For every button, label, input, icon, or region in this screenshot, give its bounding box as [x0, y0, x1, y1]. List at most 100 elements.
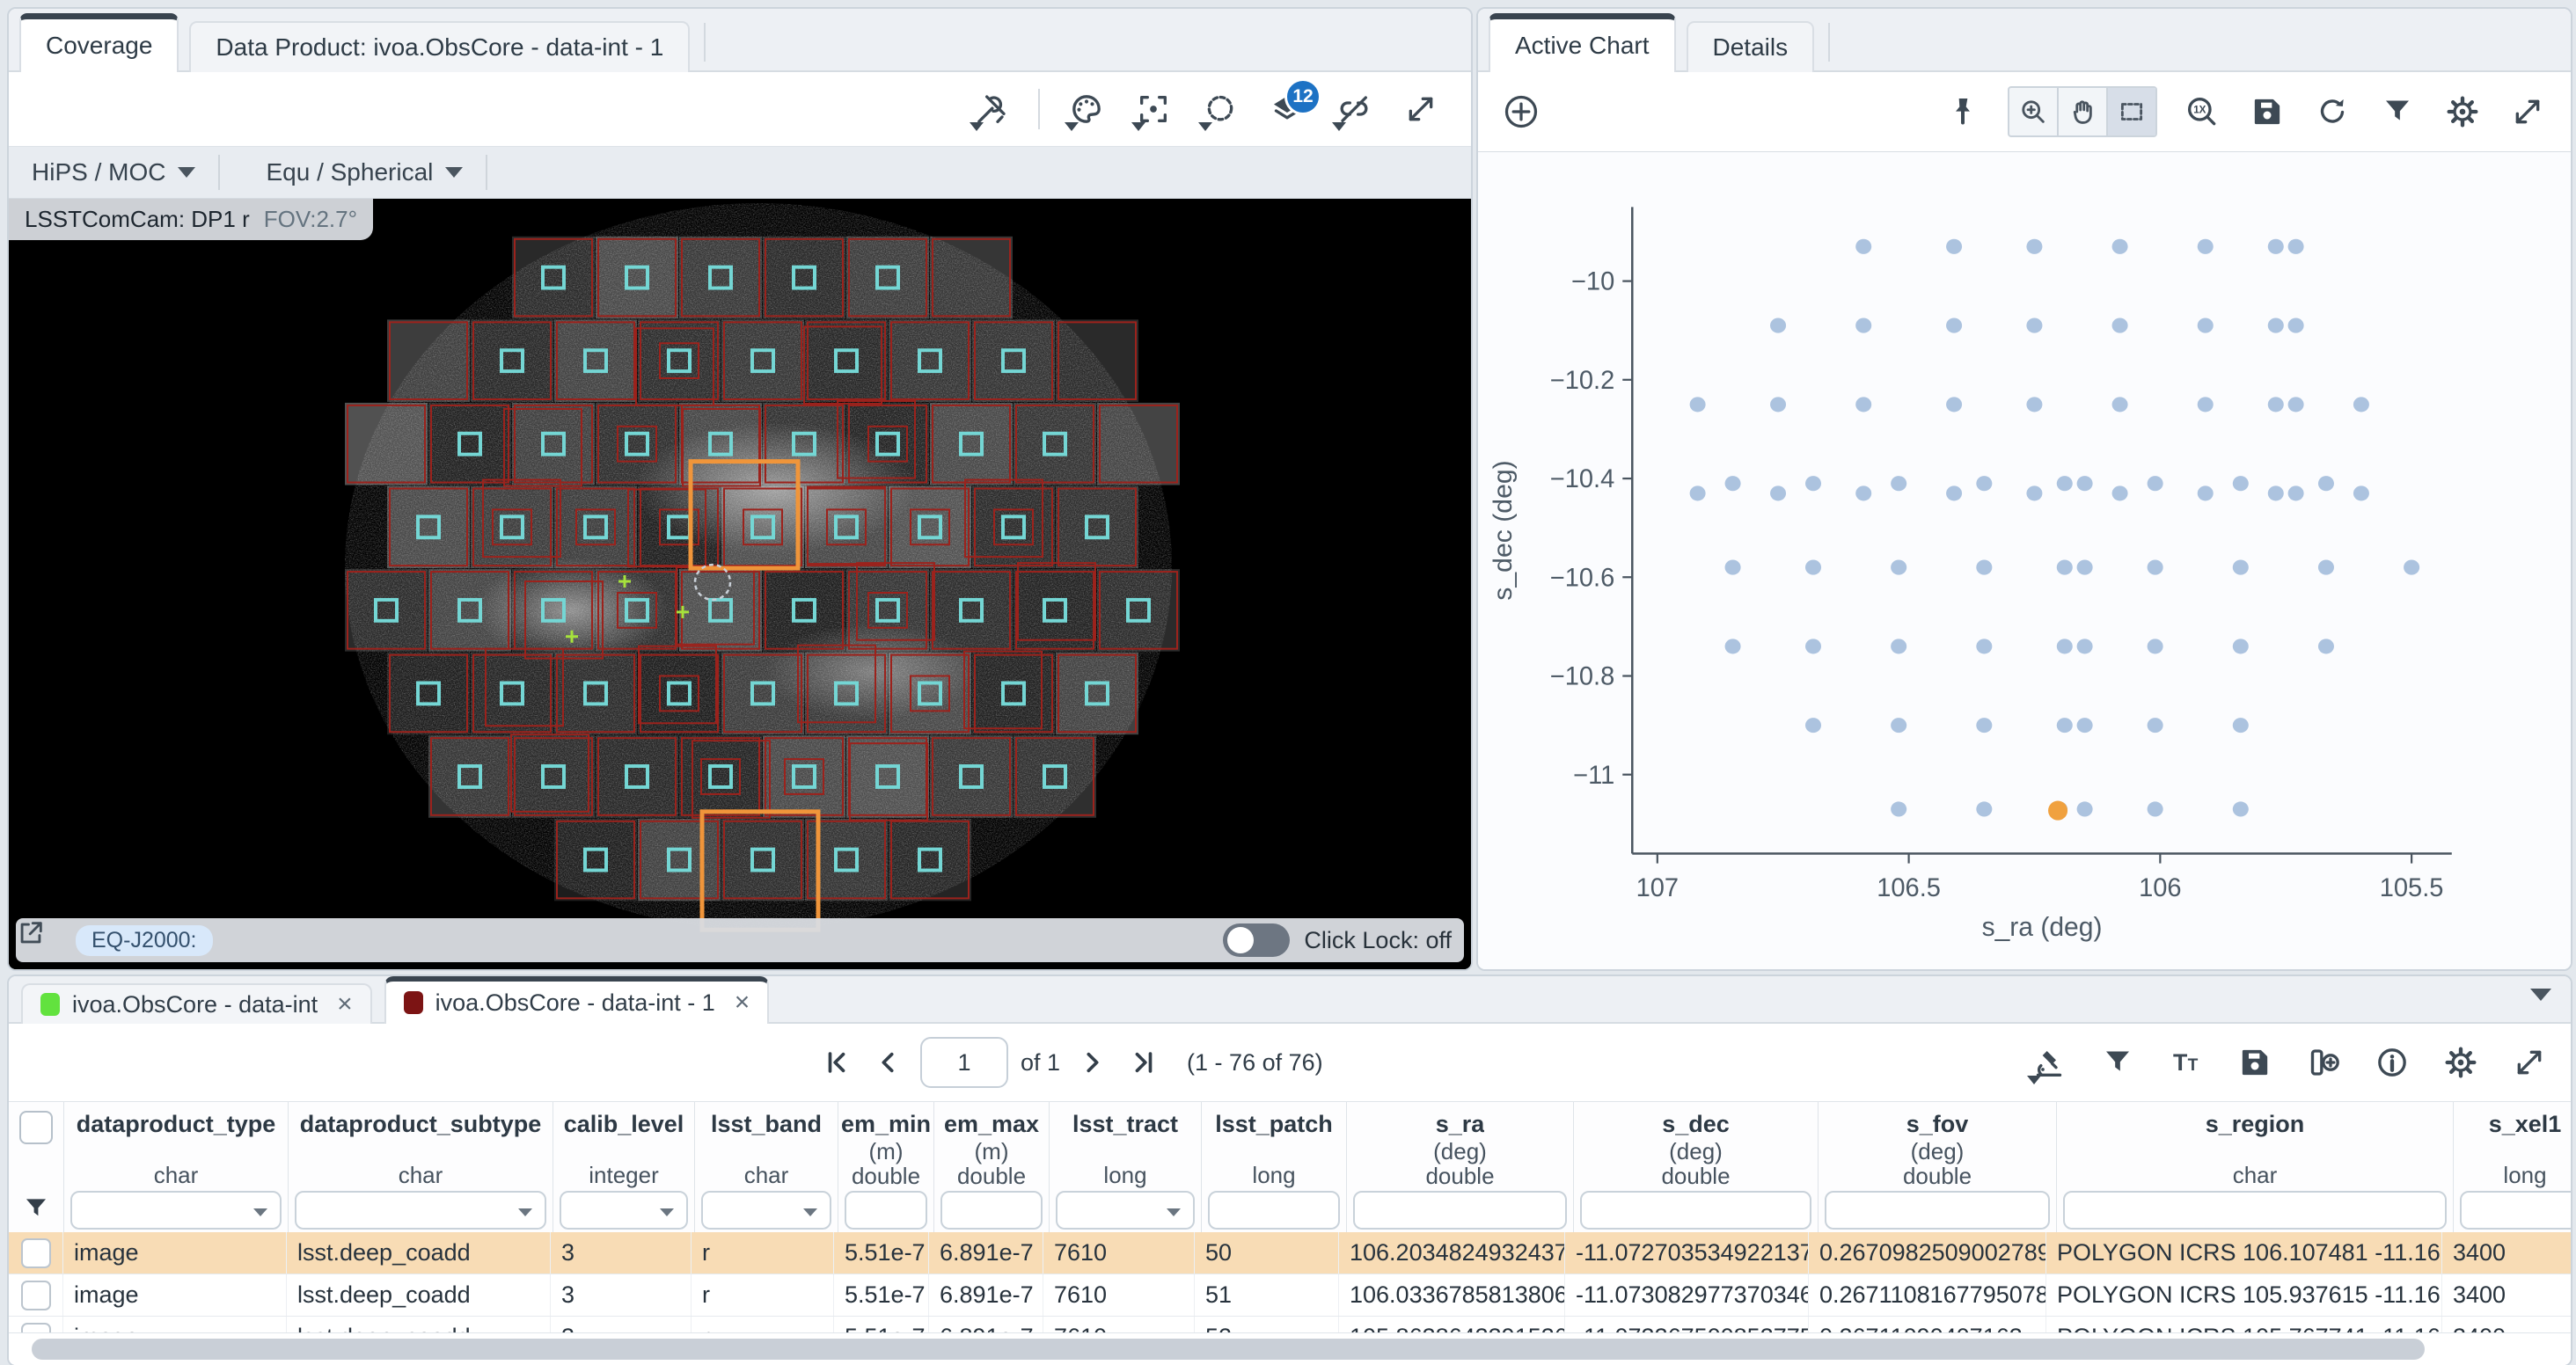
data-point[interactable]: [2268, 397, 2284, 412]
data-point[interactable]: [1891, 639, 1906, 653]
layers-button[interactable]: 12: [1267, 89, 1307, 129]
data-point[interactable]: [1976, 639, 1992, 653]
column-name[interactable]: lsst_patch: [1215, 1111, 1333, 1139]
expand-button[interactable]: [1401, 89, 1441, 129]
data-point[interactable]: [2148, 801, 2163, 816]
data-point[interactable]: [1946, 485, 1962, 500]
data-point[interactable]: [1690, 485, 1706, 500]
data-point[interactable]: [2112, 397, 2128, 412]
sky-coverage-image[interactable]: [9, 199, 1471, 969]
data-point[interactable]: [1976, 718, 1992, 733]
data-point[interactable]: [2318, 560, 2334, 575]
chevron-down-icon[interactable]: [253, 1208, 267, 1216]
data-point[interactable]: [1770, 318, 1786, 333]
zoom-in-mode-button[interactable]: [2009, 88, 2059, 135]
filter-input-em_min[interactable]: [845, 1191, 927, 1230]
tab-details[interactable]: Details: [1687, 21, 1815, 72]
data-point[interactable]: [1805, 639, 1821, 653]
save-button[interactable]: [2235, 1042, 2275, 1083]
data-point[interactable]: [2026, 485, 2042, 500]
expand-button[interactable]: [2509, 1042, 2550, 1083]
first-page-button[interactable]: [818, 1043, 857, 1082]
data-point[interactable]: [2077, 560, 2093, 575]
selected-data-point[interactable]: [2048, 801, 2067, 821]
filter-input-lsst_band[interactable]: [701, 1191, 831, 1230]
data-point[interactable]: [2198, 318, 2214, 333]
data-point[interactable]: [2233, 476, 2249, 491]
data-point[interactable]: [1891, 560, 1906, 575]
filter-button[interactable]: [2097, 1042, 2138, 1083]
next-page-button[interactable]: [1072, 1043, 1111, 1082]
filter-input-dataproduct_subtype[interactable]: [295, 1191, 546, 1230]
column-header-em_max[interactable]: em_max(m)double: [934, 1102, 1050, 1232]
row-checkbox[interactable]: [21, 1281, 51, 1310]
data-point[interactable]: [1891, 476, 1906, 491]
data-point[interactable]: [2288, 318, 2304, 333]
filter-row-icon[interactable]: [9, 1185, 63, 1232]
data-point[interactable]: [2288, 397, 2304, 412]
data-point[interactable]: [1805, 560, 1821, 575]
select-rect-mode-button[interactable]: [2108, 88, 2155, 135]
data-point[interactable]: [2404, 560, 2419, 575]
data-point[interactable]: [2268, 239, 2284, 254]
tab-coverage[interactable]: Coverage: [19, 13, 179, 72]
data-point[interactable]: [2148, 639, 2163, 653]
data-point[interactable]: [2148, 560, 2163, 575]
data-point[interactable]: [2077, 476, 2093, 491]
data-point[interactable]: [1855, 318, 1871, 333]
chevron-down-icon[interactable]: [803, 1208, 817, 1216]
zoom-1x-button[interactable]: 1X: [2182, 91, 2222, 132]
tools-button[interactable]: [971, 89, 1012, 129]
text-format-button[interactable]: TT: [2166, 1042, 2206, 1083]
data-point[interactable]: [2233, 639, 2249, 653]
row-checkbox[interactable]: [21, 1238, 51, 1268]
filter-input-dataproduct_type[interactable]: [70, 1191, 282, 1230]
last-page-button[interactable]: [1123, 1043, 1162, 1082]
data-point[interactable]: [2318, 639, 2334, 653]
data-point[interactable]: [1725, 560, 1741, 575]
filter-input-lsst_patch[interactable]: [1208, 1191, 1340, 1230]
data-point[interactable]: [2268, 485, 2284, 500]
column-name[interactable]: em_min: [841, 1111, 931, 1138]
data-point[interactable]: [2112, 239, 2128, 254]
data-point[interactable]: [2353, 397, 2369, 412]
data-point[interactable]: [2288, 485, 2304, 500]
column-name[interactable]: s_region: [2206, 1111, 2305, 1139]
data-point[interactable]: [2077, 639, 2093, 653]
data-point[interactable]: [2057, 476, 2073, 491]
column-name[interactable]: s_fov: [1906, 1111, 1969, 1138]
data-point[interactable]: [2198, 485, 2214, 500]
column-name[interactable]: dataproduct_type: [77, 1111, 276, 1139]
data-point[interactable]: [1805, 476, 1821, 491]
column-name[interactable]: s_ra: [1436, 1111, 1485, 1138]
column-name[interactable]: dataproduct_subtype: [300, 1111, 542, 1139]
column-header-s_dec[interactable]: s_dec(deg)double: [1574, 1102, 1819, 1232]
data-point[interactable]: [2233, 801, 2249, 816]
data-point[interactable]: [2112, 485, 2128, 500]
data-point[interactable]: [2353, 485, 2369, 500]
pin-button[interactable]: [1943, 91, 1983, 132]
data-point[interactable]: [1976, 801, 1992, 816]
data-point[interactable]: [1855, 239, 1871, 254]
data-point[interactable]: [1946, 318, 1962, 333]
close-icon[interactable]: ×: [337, 991, 353, 1018]
scrollbar-thumb[interactable]: [32, 1339, 2425, 1360]
hand-mode-button[interactable]: [2059, 88, 2108, 135]
tab-data-product[interactable]: Data Product: ivoa.ObsCore - data-int - …: [189, 21, 690, 72]
column-header-dataproduct_subtype[interactable]: dataproduct_subtypechar: [289, 1102, 553, 1232]
filter-input-s_region[interactable]: [2063, 1191, 2447, 1230]
column-name[interactable]: em_max: [944, 1111, 1039, 1138]
previous-page-button[interactable]: [869, 1043, 908, 1082]
chevron-down-icon[interactable]: [518, 1208, 532, 1216]
palette-button[interactable]: [1066, 89, 1107, 129]
column-header-s_ra[interactable]: s_ra(deg)double: [1347, 1102, 1574, 1232]
data-point[interactable]: [2057, 639, 2073, 653]
column-header-dataproduct_type[interactable]: dataproduct_typechar: [64, 1102, 289, 1232]
filter-input-calib_level[interactable]: [560, 1191, 688, 1230]
horizontal-scrollbar[interactable]: [9, 1332, 2571, 1365]
column-name[interactable]: lsst_band: [711, 1111, 822, 1139]
data-point[interactable]: [2268, 318, 2284, 333]
data-point[interactable]: [2026, 239, 2042, 254]
data-point[interactable]: [2233, 560, 2249, 575]
click-lock-toggle[interactable]: [1223, 923, 1290, 957]
